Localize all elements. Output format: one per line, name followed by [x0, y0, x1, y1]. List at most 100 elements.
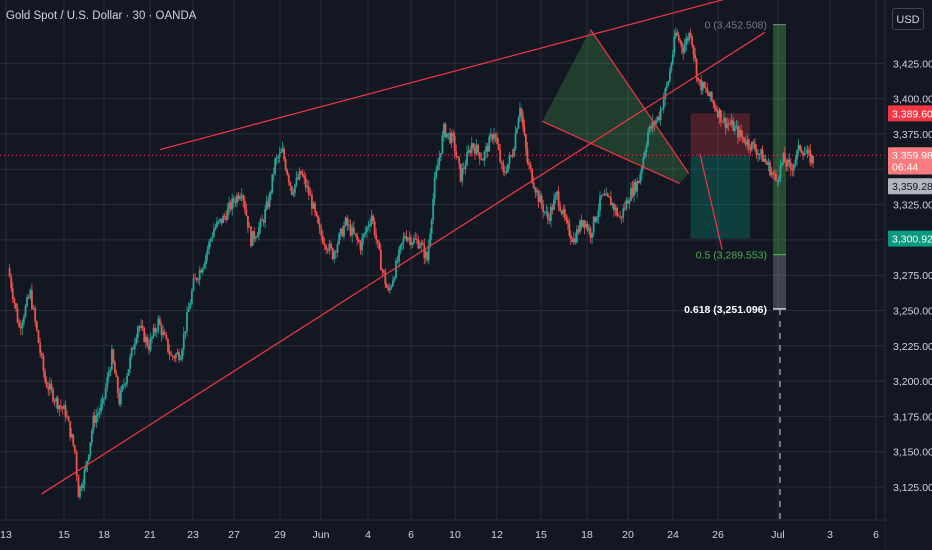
candle-body: [750, 141, 753, 150]
candle-body: [349, 224, 352, 236]
candle-body: [152, 327, 155, 337]
candle-body: [67, 416, 70, 422]
candle-body: [772, 172, 774, 174]
candle-body: [219, 218, 221, 221]
candle-body: [605, 193, 608, 196]
fib-level-label: 0 (3,452.508): [705, 20, 767, 32]
candle-body: [595, 217, 598, 222]
candle-body: [330, 243, 332, 249]
candle-body: [781, 162, 783, 166]
candle-body: [549, 206, 552, 221]
time-tick-label: Jul: [771, 529, 784, 541]
candle-body: [415, 239, 418, 241]
candle-body: [566, 220, 569, 224]
candle-body: [236, 195, 238, 203]
candle-body: [242, 195, 245, 201]
candle-body: [376, 239, 379, 242]
price-tick-label: 3,150.000: [893, 447, 932, 459]
candle-body: [187, 308, 190, 312]
price-tick-label: 3,225.000: [893, 341, 932, 353]
candle-body: [229, 202, 232, 210]
candle-body: [186, 311, 188, 332]
candle-body: [723, 117, 725, 122]
candle-body: [301, 173, 304, 176]
candle-body: [47, 387, 50, 390]
candle-body: [90, 431, 93, 443]
candle-body: [418, 245, 421, 249]
candle-body: [387, 287, 390, 291]
candle-body: [611, 203, 614, 206]
candle-body: [733, 126, 736, 131]
candle-body: [132, 347, 135, 350]
candle-body: [522, 115, 524, 127]
candle-body: [441, 135, 444, 154]
candle-body: [379, 249, 382, 271]
candle-body: [245, 209, 248, 216]
candle-body: [472, 143, 475, 148]
candle-body: [458, 157, 461, 164]
candle-body: [189, 303, 192, 309]
candle-body: [470, 143, 473, 154]
candle-body: [318, 223, 321, 229]
candle-body: [631, 187, 634, 197]
candle-body: [513, 148, 515, 157]
candle-body: [372, 215, 375, 222]
candle-body: [671, 53, 674, 64]
candle-body: [375, 235, 378, 240]
candle-body: [297, 177, 299, 180]
candle-body: [256, 235, 259, 238]
candle-body: [101, 398, 104, 405]
time-tick-label: 18: [581, 529, 593, 541]
candle-body: [589, 228, 592, 238]
candle-body: [155, 330, 158, 332]
candle-body: [466, 152, 468, 166]
candle-body: [69, 421, 72, 438]
candle-body: [116, 376, 119, 394]
candle-body: [93, 415, 96, 423]
candle-body: [481, 159, 484, 161]
candle-body: [496, 136, 499, 144]
candle-body: [338, 233, 341, 245]
candle-body: [480, 158, 483, 160]
candle-body: [211, 236, 214, 240]
candle-body: [18, 322, 21, 327]
candle-body: [341, 228, 344, 237]
candle-body: [602, 194, 605, 196]
candle-body: [574, 238, 577, 243]
price-badge-label: 3,300.922: [892, 234, 932, 246]
candle-body: [136, 326, 139, 338]
candle-body: [10, 276, 13, 289]
candle-body: [491, 134, 494, 140]
candle-body: [483, 151, 486, 161]
candle-body: [344, 217, 347, 226]
candle-body: [591, 233, 593, 238]
candle-body: [698, 79, 701, 81]
candle-body: [805, 153, 807, 154]
candle-body: [149, 338, 152, 351]
candle-body: [158, 318, 161, 325]
candle-body: [436, 165, 439, 171]
candle-body: [222, 215, 225, 224]
candle-body: [182, 333, 185, 350]
candle-body: [107, 372, 110, 378]
candle-body: [537, 190, 540, 203]
candle-body: [764, 159, 767, 162]
candle-body: [399, 245, 402, 250]
candle-body: [540, 195, 543, 205]
candle-body: [354, 233, 357, 235]
candle-body: [724, 117, 727, 129]
candle-body: [597, 210, 600, 218]
currency-button[interactable]: USD: [892, 8, 924, 30]
candle-body: [620, 216, 623, 218]
candle-body: [462, 168, 465, 170]
candle-body: [594, 216, 597, 222]
price-chart[interactable]: 0 (3,452.508) 0.5 (3,289.553) 0.618 (3,251…: [0, 0, 932, 550]
candle-body: [799, 144, 801, 150]
candle-body: [154, 327, 157, 332]
candle-body: [502, 162, 505, 172]
candle-body: [237, 195, 240, 200]
candle-body: [126, 375, 128, 384]
candle-body: [516, 128, 518, 133]
candle-body: [542, 204, 545, 213]
candle-body: [388, 287, 391, 291]
